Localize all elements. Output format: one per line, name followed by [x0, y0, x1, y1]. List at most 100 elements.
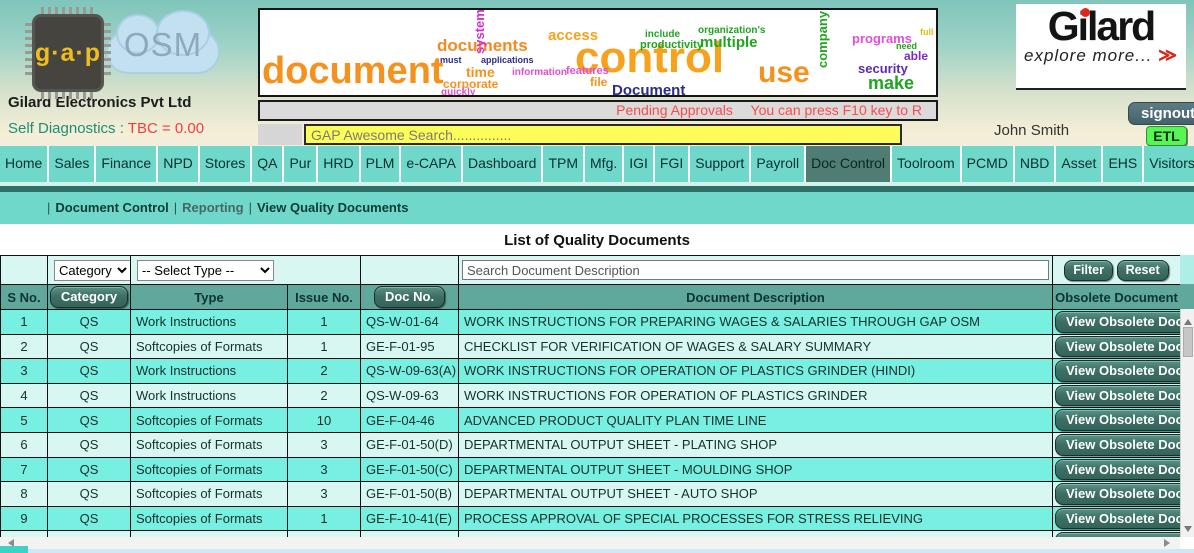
- filter-button[interactable]: Filter: [1064, 260, 1113, 281]
- breadcrumb-label[interactable]: Document Control: [55, 200, 168, 215]
- view-obsolete-doc-button[interactable]: View Obsolete Doc: [1055, 336, 1180, 358]
- cell-type: Softcopies of Formats: [131, 432, 288, 457]
- breadcrumb-item[interactable]: |View Quality Documents: [244, 200, 409, 215]
- cloud-word: company: [816, 11, 829, 68]
- nav-item[interactable]: Asset: [1056, 146, 1103, 182]
- nav-item[interactable]: e-CAPA: [401, 146, 463, 182]
- cell-sno: 4: [1, 383, 48, 408]
- col-header-sno: S No.: [1, 285, 48, 310]
- table-header-row: S No. Category Type Issue No. Doc No. Do…: [1, 285, 1181, 310]
- breadcrumb-label[interactable]: Reporting: [182, 200, 243, 215]
- table-row: 7 QS Softcopies of Formats 3 GE-F-01-50(…: [1, 457, 1181, 482]
- filter-cell-empty: [361, 256, 459, 285]
- nav-item[interactable]: Mfg.: [585, 146, 624, 182]
- nav-item[interactable]: Visitors: [1144, 146, 1194, 182]
- view-obsolete-doc-button[interactable]: View Obsolete Doc: [1055, 459, 1180, 481]
- company-name: Gilard Electronics Pvt Ltd: [8, 94, 191, 111]
- cell-category: QS: [48, 359, 131, 384]
- cloud-word: full: [920, 28, 934, 37]
- breadcrumb-label[interactable]: View Quality Documents: [257, 200, 408, 215]
- cell-issue-no: 1: [288, 506, 361, 531]
- cloud-word: file: [590, 76, 607, 88]
- cell-sno: 8: [1, 482, 48, 507]
- vertical-scrollbar[interactable]: [1180, 309, 1194, 537]
- type-select[interactable]: -- Select Type --: [137, 260, 274, 281]
- etl-button[interactable]: ETL: [1146, 126, 1187, 146]
- scroll-up-icon[interactable]: [1181, 311, 1194, 325]
- nav-item[interactable]: NBD: [1015, 146, 1057, 182]
- col-header-description: Document Description: [459, 285, 1053, 310]
- view-obsolete-doc-button[interactable]: View Obsolete Doc: [1055, 360, 1180, 382]
- chip-pins-icon: [104, 23, 111, 77]
- gap-logo-text: g·a·p: [35, 39, 101, 68]
- chip-pins-icon: [25, 23, 32, 77]
- breadcrumb-item[interactable]: | Document Control: [42, 200, 169, 215]
- cell-doc-no: GE-F-10-41(E): [361, 506, 459, 531]
- cell-description: DEPARTMENTAL OUTPUT SHEET - PLATING SHOP: [459, 432, 1053, 457]
- doc-no-sort-button[interactable]: Doc No.: [374, 286, 445, 308]
- breadcrumb-item[interactable]: |Reporting: [169, 200, 244, 215]
- cell-category: QS: [48, 432, 131, 457]
- nav-item[interactable]: Support: [690, 146, 751, 182]
- view-obsolete-doc-button[interactable]: View Obsolete Doc: [1055, 311, 1180, 333]
- nav-item[interactable]: QA: [252, 146, 284, 182]
- cell-issue-no: 2: [288, 359, 361, 384]
- cell-sno: 2: [1, 334, 48, 359]
- marquee-pending-approvals: Pending Approvals: [616, 102, 733, 118]
- nav-item[interactable]: EHS: [1103, 146, 1144, 182]
- view-obsolete-doc-button[interactable]: View Obsolete Doc: [1055, 434, 1180, 456]
- nav-item[interactable]: Dashboard: [463, 146, 544, 182]
- col-header-obsolete: Obsolete Document: [1053, 285, 1181, 310]
- gap-awesome-search-input[interactable]: [304, 124, 902, 145]
- nav-item[interactable]: FGI: [655, 146, 690, 182]
- reset-button[interactable]: Reset: [1117, 260, 1169, 281]
- table-row: 6 QS Softcopies of Formats 3 GE-F-01-50(…: [1, 432, 1181, 457]
- cell-doc-no: QS-W-09-63(A): [361, 359, 459, 384]
- category-select[interactable]: Category: [54, 260, 131, 281]
- nav-item[interactable]: IGI: [624, 146, 655, 182]
- view-obsolete-doc-button[interactable]: View Obsolete Doc: [1055, 483, 1180, 505]
- nav-item[interactable]: TPM: [543, 146, 585, 182]
- cell-description: WORK INSTRUCTIONS FOR OPERATION OF PLAST…: [459, 383, 1053, 408]
- nav-item[interactable]: PCMD: [962, 146, 1015, 182]
- nav-item[interactable]: Finance: [96, 146, 158, 182]
- description-search-input[interactable]: [462, 260, 1049, 280]
- nav-item[interactable]: PLM: [361, 146, 402, 182]
- view-obsolete-doc-button[interactable]: View Obsolete Doc: [1055, 385, 1180, 407]
- nav-item[interactable]: Home: [0, 146, 49, 182]
- main-nav: HomeSalesFinanceNPDStoresQAPurHRDPLMe-CA…: [0, 146, 1194, 182]
- cell-category: QS: [48, 408, 131, 433]
- cloud-word: document: [262, 52, 444, 90]
- scroll-down-icon[interactable]: [1181, 521, 1194, 535]
- nav-item[interactable]: Pur: [284, 146, 318, 182]
- nav-item[interactable]: HRD: [318, 146, 360, 182]
- breadcrumb-separator: |: [47, 200, 50, 215]
- self-diagnostics: Self Diagnostics : TBC = 0.00: [8, 120, 204, 137]
- view-obsolete-doc-button[interactable]: View Obsolete Doc: [1055, 508, 1180, 530]
- cell-type: Softcopies of Formats: [131, 482, 288, 507]
- nav-item[interactable]: Doc Control: [806, 146, 892, 182]
- cell-category: QS: [48, 310, 131, 335]
- signout-button[interactable]: signout: [1128, 102, 1194, 125]
- nav-item[interactable]: Payroll: [751, 146, 806, 182]
- filter-cell-category: Category: [48, 256, 131, 285]
- table-row: 3 QS Work Instructions 2 QS-W-09-63(A) W…: [1, 359, 1181, 384]
- nav-item[interactable]: Sales: [49, 146, 96, 182]
- chip-pins-icon: [41, 92, 95, 99]
- vertical-scrollbar-thumb[interactable]: [1183, 327, 1193, 357]
- cell-category: QS: [48, 506, 131, 531]
- cell-description: DEPARTMENTAL OUTPUT SHEET - AUTO SHOP: [459, 482, 1053, 507]
- cell-type: Softcopies of Formats: [131, 408, 288, 433]
- scroll-right-icon[interactable]: [1160, 538, 1172, 548]
- horizontal-scrollbar[interactable]: [0, 537, 1180, 549]
- nav-item[interactable]: Stores: [200, 146, 252, 182]
- diagnostics-value: TBC = 0.00: [128, 120, 204, 137]
- nav-item[interactable]: NPD: [158, 146, 200, 182]
- table-row: 8 QS Softcopies of Formats 3 GE-F-01-50(…: [1, 482, 1181, 507]
- cell-action: View Obsolete Doc: [1053, 432, 1181, 457]
- filter-cell-search: [459, 256, 1053, 285]
- nav-item[interactable]: Toolroom: [892, 146, 962, 182]
- right-filler-filter: [1180, 255, 1194, 284]
- category-sort-button[interactable]: Category: [50, 286, 128, 308]
- view-obsolete-doc-button[interactable]: View Obsolete Doc: [1055, 409, 1180, 431]
